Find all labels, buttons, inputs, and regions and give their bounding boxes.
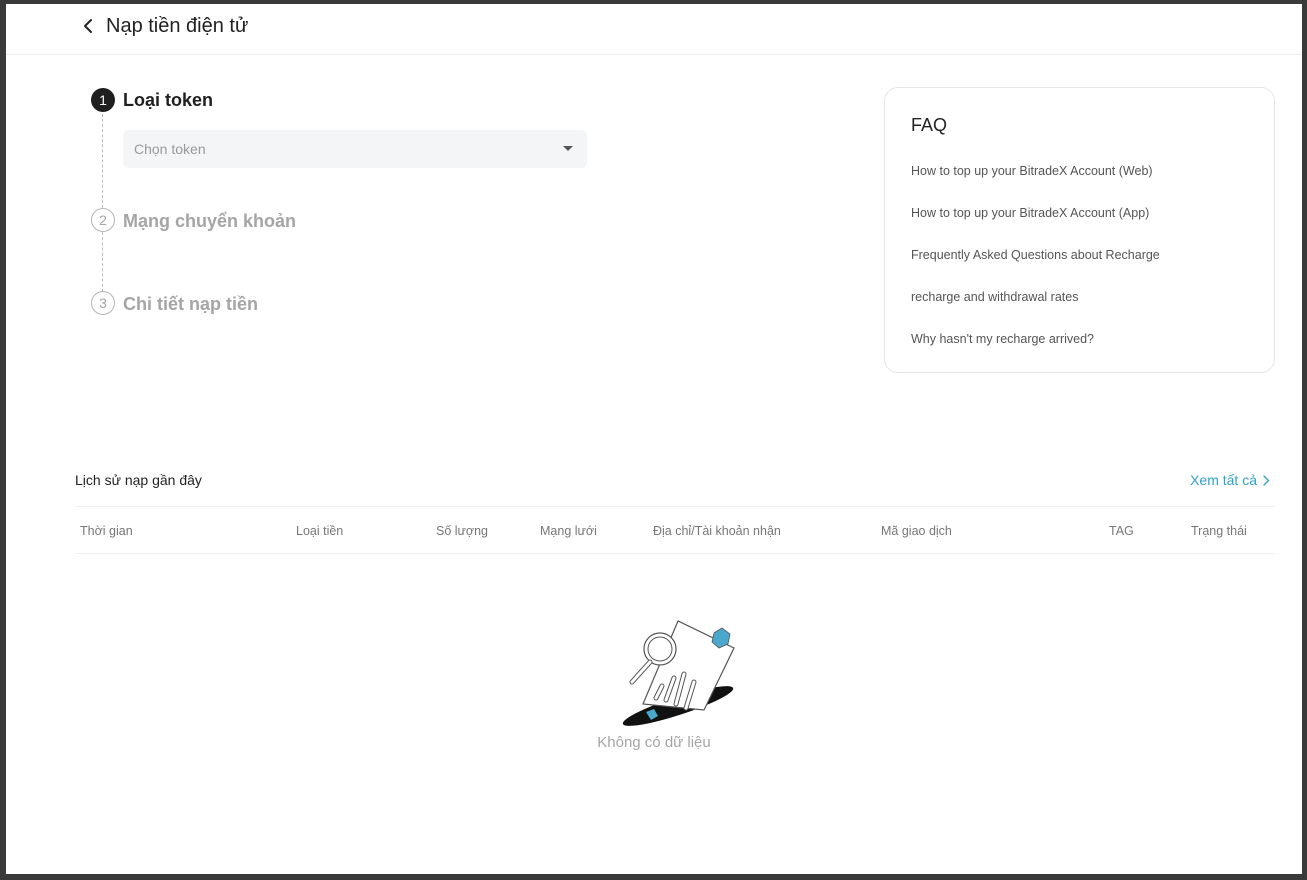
history-title: Lịch sử nạp gần đây <box>75 472 202 488</box>
back-button[interactable] <box>78 15 98 37</box>
history-table-header: Thời gian Loại tiền Số lượng Mạng lưới Đ… <box>75 506 1275 554</box>
faq-link[interactable]: How to top up your BitradeX Account (App… <box>911 206 1149 220</box>
view-all-label: Xem tất cả <box>1190 472 1257 488</box>
faq-link[interactable]: Why hasn't my recharge arrived? <box>911 332 1094 346</box>
column-header-currency: Loại tiền <box>296 524 344 538</box>
step-connector <box>102 114 103 208</box>
faq-link[interactable]: Frequently Asked Questions about Recharg… <box>911 248 1160 262</box>
column-header-network: Mạng lưới <box>540 524 597 538</box>
column-header-address: Địa chỉ/Tài khoản nhận <box>653 524 781 538</box>
column-header-status: Trạng thái <box>1191 524 1247 538</box>
step-number-3: 3 <box>91 291 115 315</box>
step-title-network: Mạng chuyển khoản <box>123 211 297 231</box>
column-header-txid: Mã giao dịch <box>881 524 952 538</box>
page-title: Nạp tiền điện tử <box>106 15 249 37</box>
step-number-2: 2 <box>91 208 115 232</box>
column-header-tag: TAG <box>1109 524 1134 538</box>
column-header-time: Thời gian <box>80 524 133 538</box>
page-header: Nạp tiền điện tử <box>6 4 1302 55</box>
chevron-right-icon <box>1263 474 1270 486</box>
token-select-placeholder: Chọn token <box>134 141 206 157</box>
empty-state-text: Không có dữ liệu <box>597 734 711 751</box>
token-select[interactable]: Chọn token <box>123 130 587 168</box>
step-title-token-type: Loại token <box>123 90 214 110</box>
faq-link[interactable]: recharge and withdrawal rates <box>911 290 1078 304</box>
step-connector <box>102 232 103 292</box>
faq-link[interactable]: How to top up your BitradeX Account (Web… <box>911 164 1153 178</box>
page-frame: Nạp tiền điện tử 1 Loại token Chọn token… <box>6 4 1302 874</box>
column-header-amount: Số lượng <box>436 524 489 538</box>
step-number-1: 1 <box>91 88 115 112</box>
view-all-link[interactable]: Xem tất cả <box>1190 472 1270 488</box>
faq-title: FAQ <box>911 115 948 135</box>
caret-down-icon <box>563 146 573 151</box>
step-title-deposit-details: Chi tiết nạp tiền <box>123 294 258 314</box>
chevron-left-icon <box>84 19 92 33</box>
empty-document-illustration <box>622 620 735 726</box>
faq-panel: FAQ How to top up your BitradeX Account … <box>884 87 1275 373</box>
